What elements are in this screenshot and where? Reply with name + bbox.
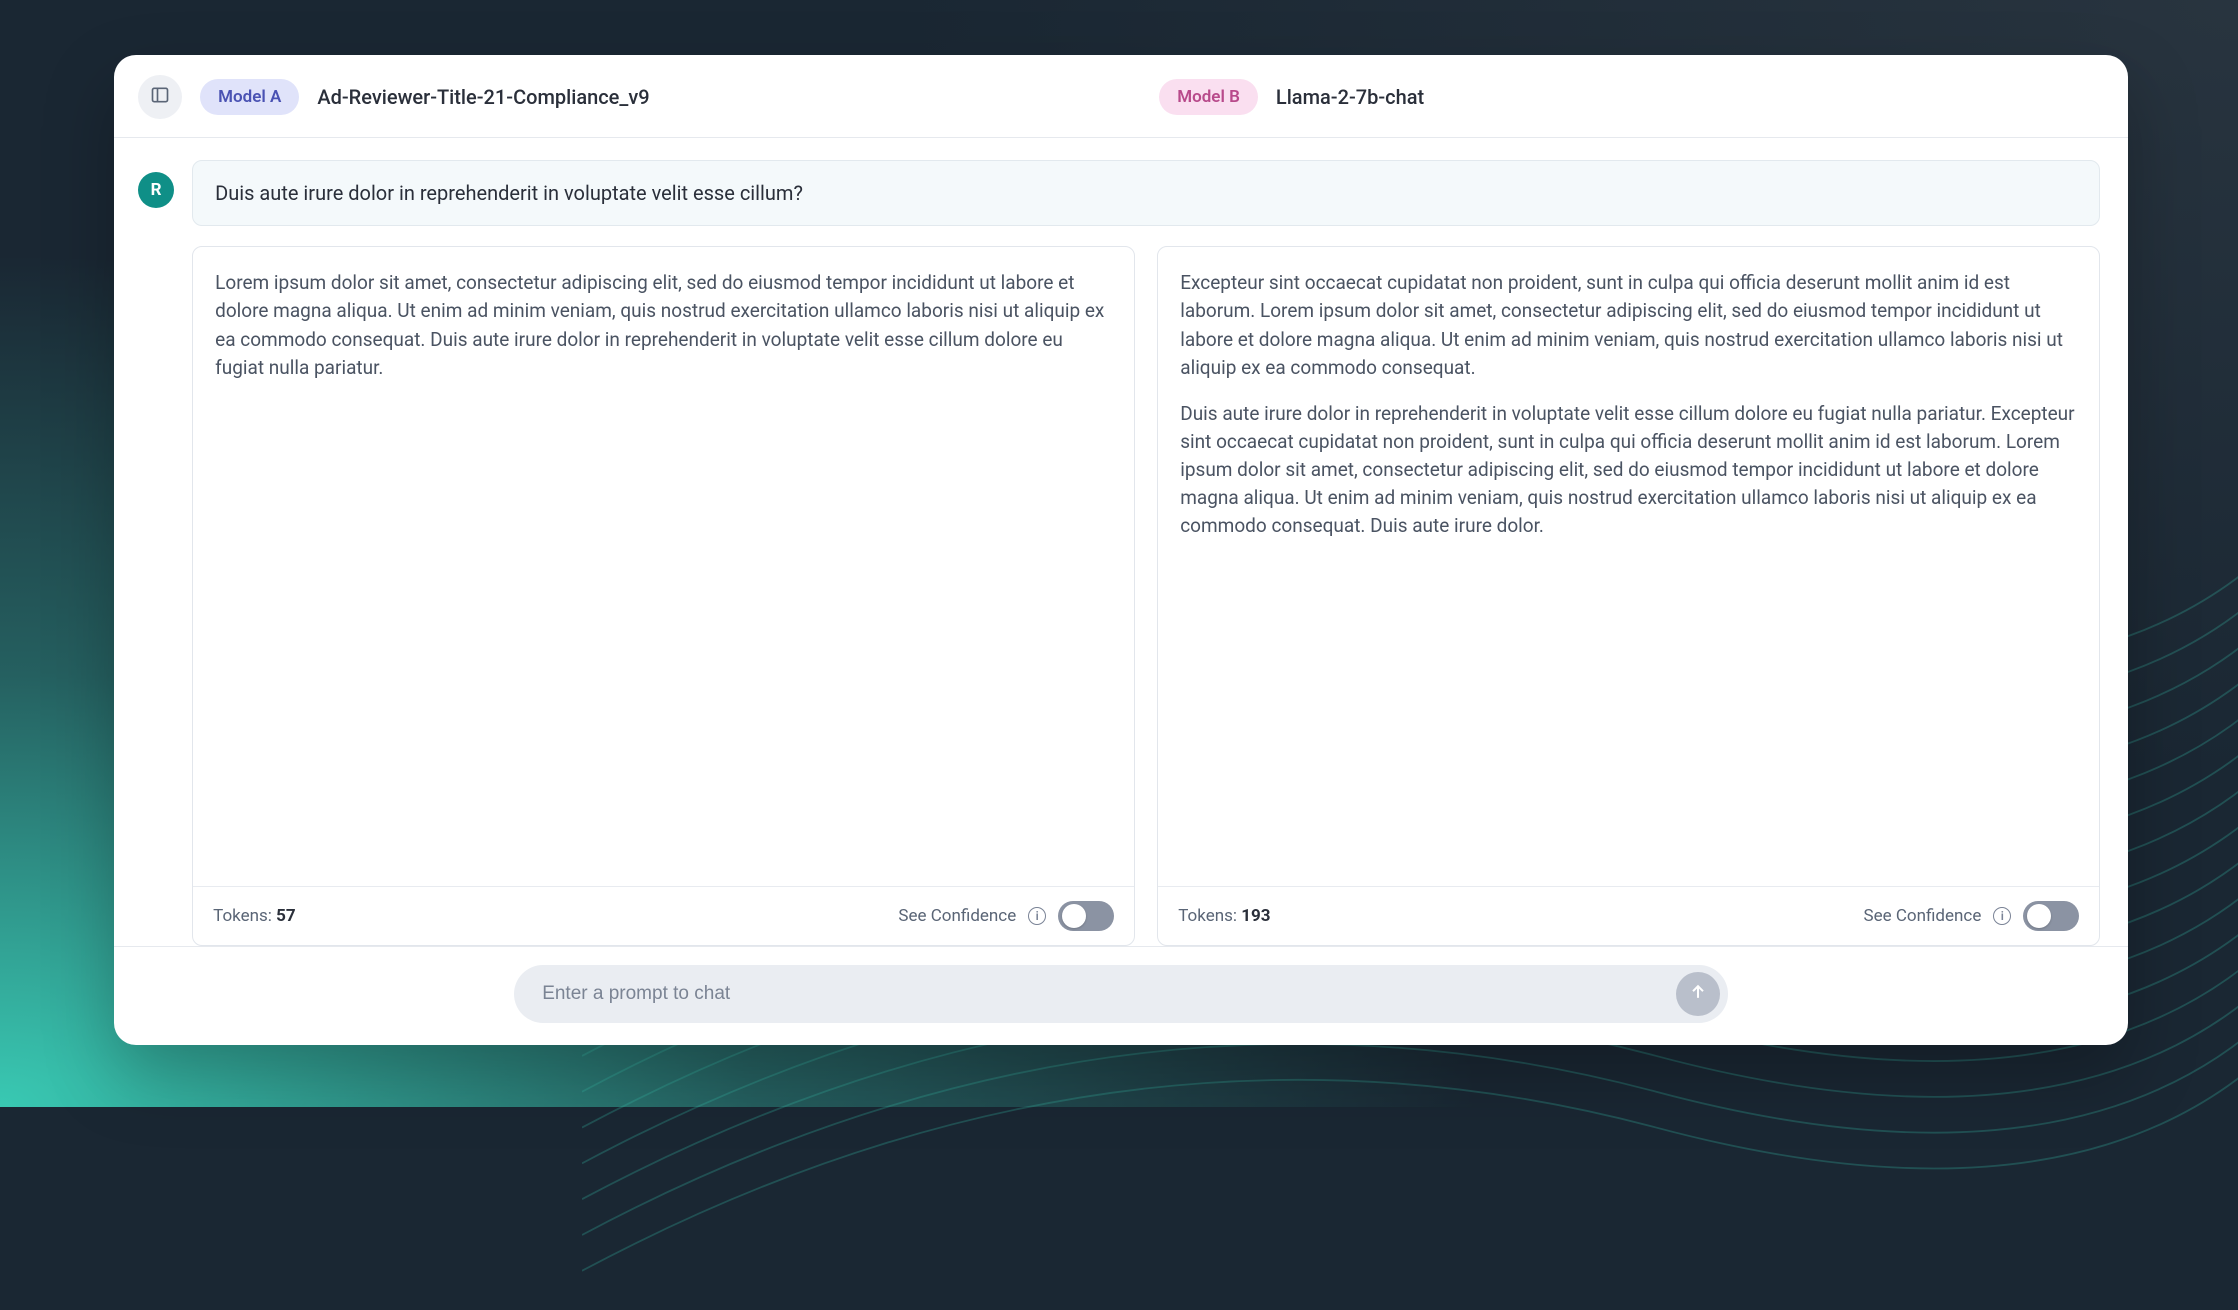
app-card: Model A Ad-Reviewer-Title-21-Compliance_… bbox=[114, 55, 2128, 1045]
prompt-input[interactable] bbox=[542, 971, 1662, 1017]
prompt-input-wrap bbox=[514, 965, 1728, 1023]
model-a-name: Ad-Reviewer-Title-21-Compliance_v9 bbox=[317, 85, 649, 109]
toggle-sidebar-button[interactable] bbox=[138, 75, 182, 119]
info-icon[interactable]: i bbox=[1028, 907, 1046, 925]
confidence-b-label: See Confidence bbox=[1864, 906, 1982, 926]
model-b-group: Model B Llama-2-7b-chat bbox=[1159, 79, 2100, 115]
confidence-b-toggle[interactable] bbox=[2023, 901, 2079, 931]
tokens-b: Tokens: 193 bbox=[1178, 906, 1270, 926]
response-a-body: Lorem ipsum dolor sit amet, consectetur … bbox=[193, 247, 1134, 886]
response-b-footer: Tokens: 193 See Confidence i bbox=[1158, 886, 2099, 945]
model-b-name: Llama-2-7b-chat bbox=[1276, 85, 1424, 109]
info-icon[interactable]: i bbox=[1993, 907, 2011, 925]
confidence-a-group: See Confidence i bbox=[898, 901, 1114, 931]
response-b-body: Excepteur sint occaecat cupidatat non pr… bbox=[1158, 247, 2099, 886]
response-b-paragraph-2: Duis aute irure dolor in reprehenderit i… bbox=[1180, 400, 2077, 541]
header: Model A Ad-Reviewer-Title-21-Compliance_… bbox=[114, 55, 2128, 138]
toggle-knob bbox=[1062, 904, 1086, 928]
responses-grid: Lorem ipsum dolor sit amet, consectetur … bbox=[138, 246, 2100, 946]
tokens-b-label: Tokens: bbox=[1178, 906, 1241, 926]
response-a-paragraph: Lorem ipsum dolor sit amet, consectetur … bbox=[215, 269, 1112, 381]
user-avatar: R bbox=[138, 172, 174, 208]
model-a-pill: Model A bbox=[200, 79, 299, 115]
confidence-b-group: See Confidence i bbox=[1864, 901, 2080, 931]
tokens-b-value: 193 bbox=[1241, 906, 1270, 926]
user-prompt-bubble: Duis aute irure dolor in reprehenderit i… bbox=[192, 160, 2100, 226]
tokens-a-value: 57 bbox=[276, 906, 296, 926]
conversation-body: R Duis aute irure dolor in reprehenderit… bbox=[114, 138, 2128, 946]
panel-icon bbox=[150, 85, 170, 109]
tokens-a: Tokens: 57 bbox=[213, 906, 296, 926]
confidence-a-toggle[interactable] bbox=[1058, 901, 1114, 931]
model-a-group: Model A Ad-Reviewer-Title-21-Compliance_… bbox=[200, 79, 1141, 115]
tokens-a-label: Tokens: bbox=[213, 906, 276, 926]
send-button[interactable] bbox=[1676, 972, 1720, 1016]
response-b-paragraph-1: Excepteur sint occaecat cupidatat non pr… bbox=[1180, 269, 2077, 381]
toggle-knob bbox=[2027, 904, 2051, 928]
arrow-up-icon bbox=[1688, 982, 1708, 1006]
response-a-footer: Tokens: 57 See Confidence i bbox=[193, 886, 1134, 945]
user-prompt-row: R Duis aute irure dolor in reprehenderit… bbox=[138, 160, 2100, 226]
response-model-b: Excepteur sint occaecat cupidatat non pr… bbox=[1157, 246, 2100, 946]
model-b-pill: Model B bbox=[1159, 79, 1258, 115]
response-model-a: Lorem ipsum dolor sit amet, consectetur … bbox=[192, 246, 1135, 946]
confidence-a-label: See Confidence bbox=[898, 906, 1016, 926]
footer bbox=[114, 946, 2128, 1045]
